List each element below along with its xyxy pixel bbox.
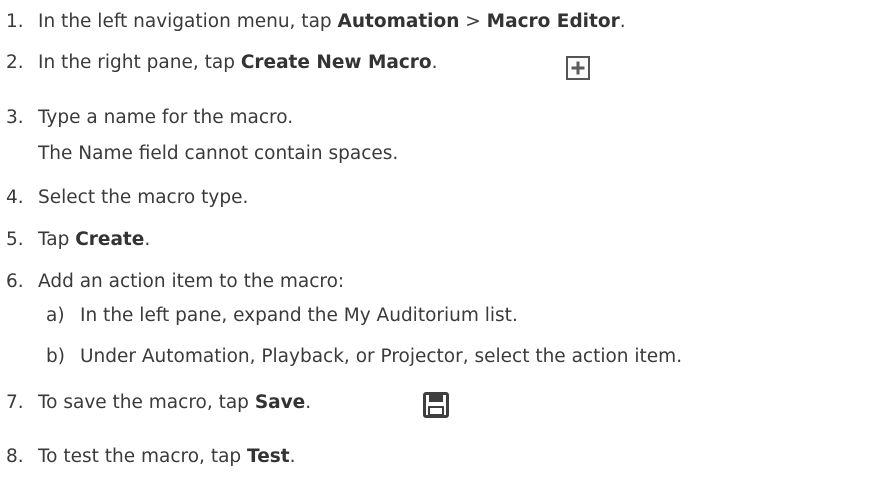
step-note: The Name field cannot contain spaces. (38, 143, 399, 164)
step-text: Add an action item to the macro: (38, 271, 345, 292)
step-number: 7. (6, 392, 24, 413)
step-number: 3. (6, 107, 24, 128)
save-label: Save (254, 392, 306, 413)
step-text: In the left navigation menu, tap (38, 11, 338, 32)
step-number: 5. (6, 229, 24, 250)
substep-letter: b) (46, 346, 65, 367)
menu-macro-editor: Macro Editor (486, 11, 620, 32)
step-number: 6. (6, 271, 24, 292)
create-new-macro-label: Create New Macro (240, 52, 432, 73)
step-separator: > (459, 11, 487, 32)
step-text: In the right pane, tap (38, 52, 241, 73)
step-number: 1. (6, 11, 24, 32)
substep-letter: a) (46, 305, 65, 326)
substep-text: Under Automation, Playback, or Projector… (80, 346, 683, 367)
step-text: Tap (38, 229, 76, 250)
step-number: 2. (6, 52, 24, 73)
step-text: To test the macro, tap (38, 446, 248, 467)
test-label: Test (247, 446, 290, 467)
substep-text: In the left pane, expand the My Auditori… (80, 305, 518, 326)
save-icon (423, 392, 449, 418)
step-text: To save the macro, tap (38, 392, 255, 413)
step-number: 4. (6, 187, 24, 208)
create-label: Create (75, 229, 145, 250)
step-text: Select the macro type. (38, 187, 249, 208)
menu-automation: Automation (337, 11, 460, 32)
step-text: Type a name for the macro. (38, 107, 294, 128)
step-number: 8. (6, 446, 24, 467)
plus-box-icon (566, 56, 590, 80)
